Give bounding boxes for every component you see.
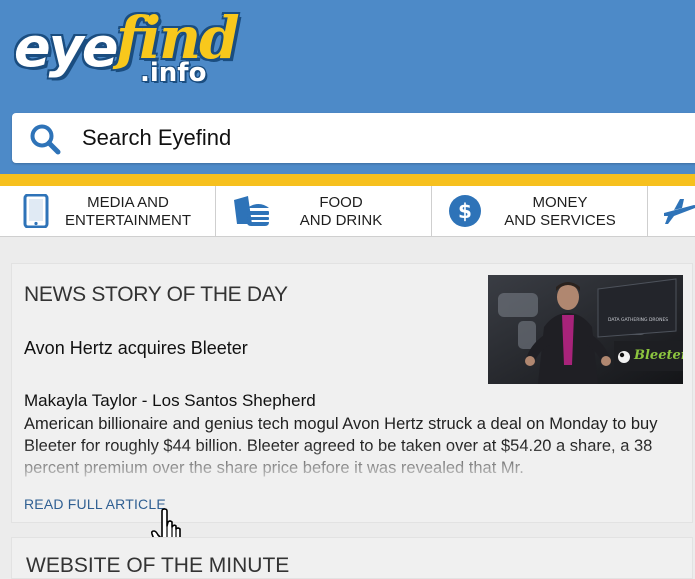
logo-text-info: .info [140,58,207,88]
logo-text-eye: eye [14,16,118,79]
excerpt-fade [12,444,692,480]
header: eye find .info [0,0,695,178]
story-headline[interactable]: Avon Hertz acquires Bleeter [24,338,248,359]
section-title: WEBSITE OF THE MINUTE [26,554,290,577]
search-icon[interactable] [29,123,61,155]
category-nav: MEDIA AND ENTERTAINMENT FOOD AND DRINK $… [0,186,695,237]
category-media-and-entertainment[interactable]: MEDIA AND ENTERTAINMENT [0,186,216,236]
eyefind-logo[interactable]: eye find .info [8,2,240,102]
section-title: NEWS STORY OF THE DAY [24,283,288,306]
story-author: Makayla Taylor - Los Santos Shepherd [24,391,316,410]
svg-text:$: $ [458,199,472,223]
category-label: MONEY AND SERVICES [504,194,616,229]
read-full-article-link[interactable]: READ FULL ARTICLE [24,496,166,512]
accent-stripe [0,174,695,186]
category-money-and-services[interactable]: $ MONEY AND SERVICES [432,186,648,236]
search-input[interactable] [82,113,642,163]
website-of-the-minute-card: WEBSITE OF THE MINUTE [11,537,693,579]
search-bar [12,113,695,163]
category-label: FOOD AND DRINK [299,194,383,229]
image-caption: Bleeter [633,348,683,363]
tablet-icon [23,194,49,228]
image-banner-text: DATA GATHERING DRONES [608,317,668,323]
category-food-and-drink[interactable]: FOOD AND DRINK [216,186,432,236]
category-label: MEDIA AND ENTERTAINMENT [64,194,192,229]
news-story-card: NEWS STORY OF THE DAY Avon Hertz acquire… [11,263,693,523]
category-travel[interactable] [648,186,695,236]
story-image[interactable]: DATA GATHERING DRONES Bleeter [488,275,683,384]
dollar-icon: $ [449,195,481,227]
burger-icon [234,196,269,226]
airplane-icon [664,199,695,224]
